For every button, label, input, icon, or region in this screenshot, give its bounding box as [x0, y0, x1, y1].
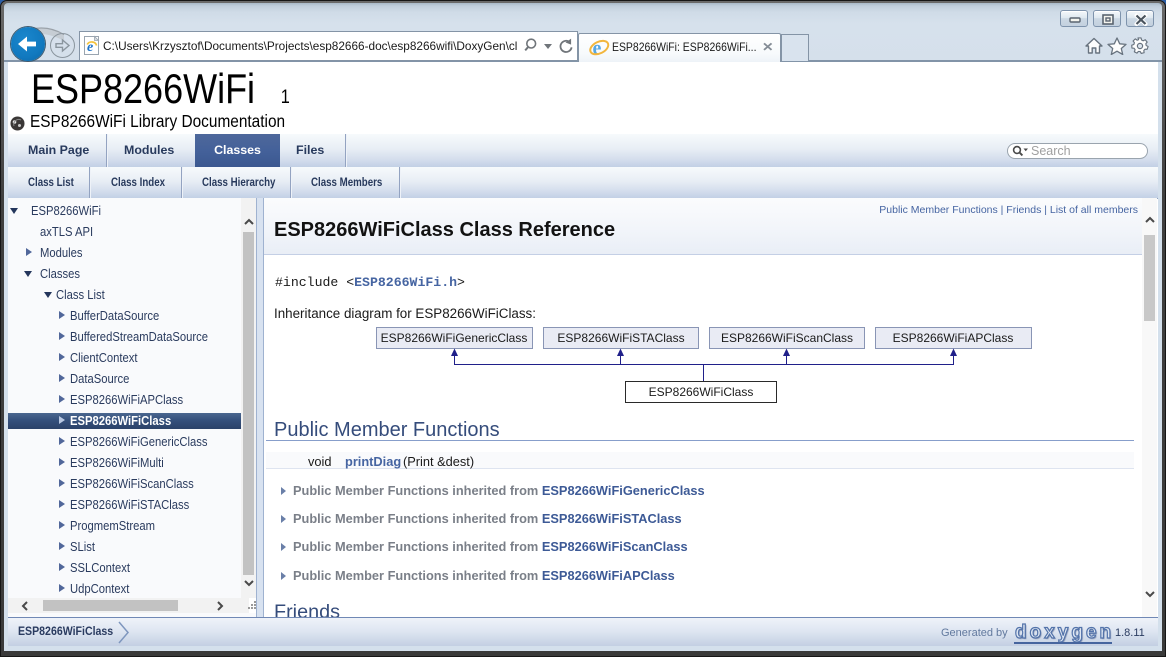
- svg-text:ESP8266WiFiAPClass: ESP8266WiFiAPClass: [893, 331, 1014, 345]
- svg-text:ESP8266WiFiScanClass: ESP8266WiFiScanClass: [721, 331, 853, 345]
- svg-text:ESP8266WiFiGenericClass: ESP8266WiFiGenericClass: [381, 331, 528, 345]
- svg-text:ESP8266WiFiClass: ESP8266WiFiClass: [649, 385, 754, 399]
- svg-text:ESP8266WiFiSTAClass: ESP8266WiFiSTAClass: [557, 331, 684, 345]
